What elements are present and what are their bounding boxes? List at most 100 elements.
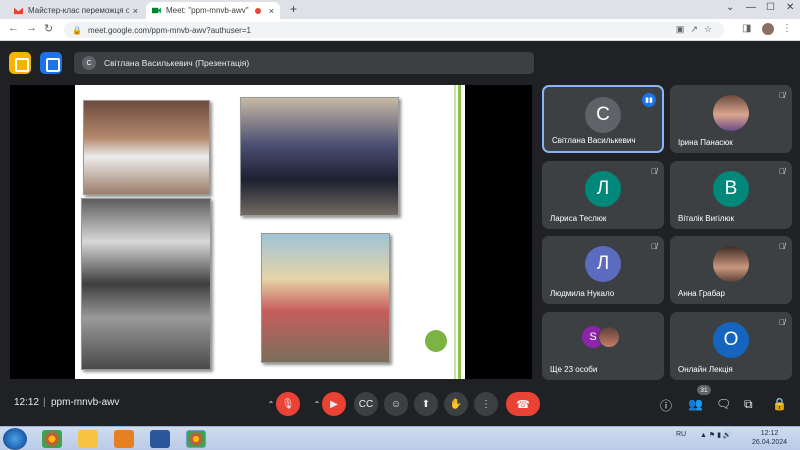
- separator: |: [43, 397, 46, 408]
- participant-tile[interactable]: 🎙̸ Ірина Панасюк: [670, 85, 792, 153]
- captions-icon: CC: [358, 398, 374, 410]
- reactions-button[interactable]: ☺: [384, 392, 408, 416]
- folder-icon[interactable]: [78, 430, 98, 448]
- lock-icon: 🔒: [72, 25, 82, 35]
- address-toolbar: ← → ↻ 🔒 meet.google.com/ppm-mnvb-awv?aut…: [0, 19, 800, 41]
- mic-off-icon: 🎙̸: [779, 242, 785, 251]
- mic-off-icon: 🎙̸: [779, 167, 785, 176]
- mic-off-icon: 🎙: [281, 398, 295, 410]
- gmail-icon: [14, 7, 23, 15]
- slide-photo-lab: [83, 100, 210, 195]
- participant-tile[interactable]: О 🎙̸ Онлайн Лекція: [670, 312, 792, 380]
- tab-meet[interactable]: Meet: "ppm-mnvb-awv" ×: [146, 2, 280, 19]
- participant-name: Лариса Теслюк: [550, 214, 607, 223]
- back-icon[interactable]: ←: [8, 22, 19, 34]
- browser-tab-bar: Майстер-клас переможця обл × Meet: "ppm-…: [0, 0, 800, 19]
- tab-search-icon[interactable]: ⌄: [726, 2, 734, 13]
- present-screen-icon: ⬆: [421, 398, 431, 410]
- slide-decoration: [425, 330, 447, 352]
- meet-icon: [152, 7, 161, 14]
- menu-icon[interactable]: ⋮: [782, 23, 792, 34]
- maximize-icon[interactable]: ☐: [766, 2, 775, 13]
- avatar: В: [713, 171, 749, 207]
- meet-controls: 12:12 | ppm-mnvb-awv ⌃ 🎙 ⌃ ▶ CC ☺ ⬆ ✋ ⋮ …: [0, 382, 800, 426]
- participant-name: Онлайн Лекція: [678, 365, 733, 374]
- camera-toggle-button[interactable]: ▶: [322, 392, 346, 416]
- reload-icon[interactable]: ↻: [44, 22, 53, 35]
- participant-tile[interactable]: 🎙̸ Анна Грабар: [670, 236, 792, 304]
- slide-photo-building: [81, 198, 211, 370]
- slide-stripe: [454, 85, 456, 379]
- leave-call-button[interactable]: ☎: [506, 392, 540, 416]
- media-player-icon[interactable]: [114, 430, 134, 448]
- minimize-icon[interactable]: —: [746, 2, 756, 13]
- url-bar[interactable]: 🔒 meet.google.com/ppm-mnvb-awv?authuser=…: [64, 22, 724, 38]
- avatar: Л: [585, 171, 621, 207]
- recording-icon: [254, 7, 261, 14]
- chrome-active-icon[interactable]: [186, 430, 206, 448]
- participant-tile[interactable]: В 🎙̸ Віталік Вигілюк: [670, 161, 792, 229]
- mic-off-icon: 🎙̸: [651, 242, 657, 251]
- close-tab-icon[interactable]: ×: [269, 6, 274, 16]
- more-vert-icon: ⋮: [481, 398, 491, 410]
- more-options-button[interactable]: ⋮: [474, 392, 498, 416]
- shared-slide: [75, 85, 465, 379]
- sidebar-icon[interactable]: ◨: [742, 23, 751, 34]
- presenter-label: Світлана Василькевич (Презентація): [104, 58, 250, 68]
- os-taskbar: RU ▲ ⚑ ▮ 🔊 12:12 26.04.2024: [0, 426, 800, 450]
- captions-button[interactable]: CC: [354, 392, 378, 416]
- participant-tile[interactable]: S Ще 23 особи: [542, 312, 664, 380]
- tab-title: Майстер-клас переможця обл: [28, 6, 129, 15]
- mic-off-icon: 🎙̸: [651, 167, 657, 176]
- hand-icon: ✋: [449, 398, 463, 410]
- url-text: meet.google.com/ppm-mnvb-awv?authuser=1: [87, 25, 251, 35]
- word-icon[interactable]: [150, 430, 170, 448]
- avatar: [713, 95, 749, 131]
- camera-off-icon: ▶: [330, 398, 338, 410]
- present-button[interactable]: ⬆: [414, 392, 438, 416]
- present-icon[interactable]: [40, 52, 62, 74]
- chat-icon[interactable]: 🗨: [716, 397, 731, 411]
- presenter-bar: С Світлана Василькевич (Презентація): [74, 52, 534, 74]
- tray-icons[interactable]: ▲ ⚑ ▮ 🔊: [700, 431, 732, 439]
- phone-hangup-icon: ☎: [516, 398, 530, 411]
- participant-count-badge: 31: [697, 385, 711, 395]
- omnibox-actions[interactable]: ▣↗☆: [676, 24, 718, 35]
- tab-gmail[interactable]: Майстер-клас переможця обл ×: [8, 2, 144, 19]
- app-icon[interactable]: [9, 52, 31, 74]
- close-window-icon[interactable]: ✕: [786, 2, 794, 13]
- activities-icon[interactable]: ⧉: [744, 397, 753, 412]
- people-icon[interactable]: 👥: [688, 397, 703, 411]
- chevron-up-icon: ⌃: [313, 399, 321, 409]
- participant-name: Ірина Панасюк: [678, 138, 733, 147]
- system-clock[interactable]: 12:12 26.04.2024: [752, 429, 787, 447]
- profile-avatar[interactable]: [762, 23, 774, 35]
- participant-tile[interactable]: Л 🎙̸ Людмила Нукало: [542, 236, 664, 304]
- start-button[interactable]: [3, 428, 27, 450]
- language-indicator[interactable]: RU: [676, 431, 686, 438]
- raise-hand-button[interactable]: ✋: [444, 392, 468, 416]
- participant-name: Анна Грабар: [678, 289, 725, 298]
- new-tab-icon[interactable]: +: [290, 2, 297, 16]
- participant-tile[interactable]: Л 🎙̸ Лариса Теслюк: [542, 161, 664, 229]
- presentation-stage: [10, 85, 532, 379]
- chrome-icon[interactable]: [42, 430, 62, 448]
- forward-icon[interactable]: →: [26, 22, 37, 34]
- participant-tile[interactable]: С ▮▮ Світлана Василькевич: [542, 85, 664, 153]
- mic-toggle-button[interactable]: 🎙: [276, 392, 300, 416]
- mic-off-icon: 🎙̸: [779, 91, 785, 100]
- meet-header: С Світлана Василькевич (Презентація): [0, 41, 800, 85]
- meeting-code: ppm-mnvb-awv: [51, 397, 120, 408]
- participant-name: Віталік Вигілюк: [678, 214, 734, 223]
- avatar: [713, 246, 749, 282]
- participant-name: Людмила Нукало: [550, 289, 615, 298]
- avatar: С: [585, 97, 621, 133]
- avatar: [598, 326, 620, 348]
- presenter-avatar: С: [82, 56, 96, 70]
- chevron-up-icon: ⌃: [267, 399, 275, 409]
- avatar: О: [713, 322, 749, 358]
- info-icon[interactable]: ⓘ: [660, 397, 672, 414]
- host-controls-icon[interactable]: 🔒: [772, 397, 787, 411]
- meeting-time: 12:12: [14, 397, 40, 408]
- close-tab-icon[interactable]: ×: [133, 6, 138, 16]
